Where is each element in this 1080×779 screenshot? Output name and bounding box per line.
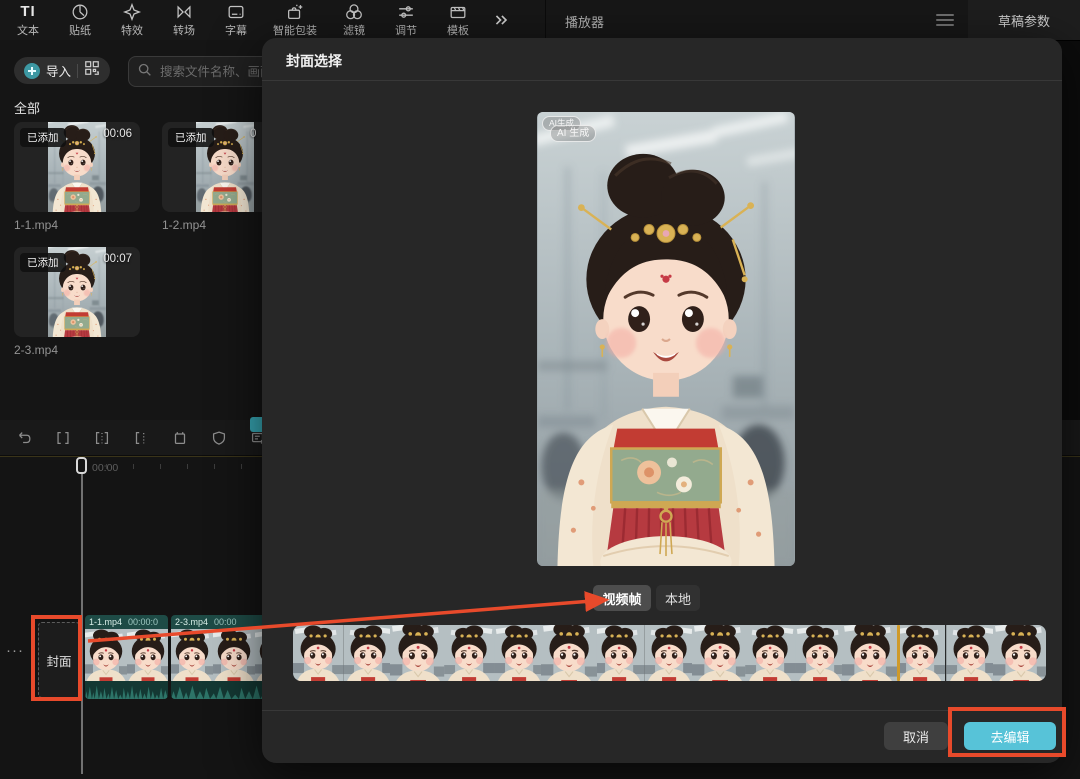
subtitle-icon — [226, 3, 246, 21]
split-keep-right-icon[interactable] — [131, 428, 151, 448]
filmstrip-frame[interactable] — [695, 625, 745, 681]
added-badge: 已添加 — [168, 128, 214, 147]
playhead-line — [81, 474, 83, 774]
duration-label: 0 — [250, 128, 256, 140]
added-badge: 已添加 — [20, 253, 66, 272]
filmstrip-frame[interactable] — [745, 625, 795, 681]
duration-label: 00:07 — [103, 253, 132, 265]
toolbar-item-transition[interactable]: 转场 — [158, 1, 210, 39]
undo-icon[interactable] — [14, 428, 34, 448]
toolbar-item-filter[interactable]: 滤镜 — [328, 1, 380, 39]
toolbar-item-smart-package[interactable]: 智能包装 — [262, 1, 328, 39]
toolbar-item-text[interactable]: TI 文本 — [2, 1, 54, 39]
media-item-name: 1-1.mp4 — [14, 218, 58, 232]
media-item-name: 2-3.mp4 — [14, 343, 58, 357]
filmstrip-frame[interactable] — [946, 625, 996, 681]
duration-label: 00:06 — [103, 128, 132, 140]
adjust-icon — [396, 3, 416, 21]
filmstrip-frame[interactable] — [544, 625, 594, 681]
qr-scan-icon[interactable] — [84, 60, 100, 81]
search-icon — [137, 62, 152, 82]
clip-thumbnails — [85, 629, 168, 681]
draft-params-button[interactable]: 草稿参数 — [968, 0, 1080, 40]
added-badge: 已添加 — [20, 128, 66, 147]
audio-waveform — [85, 681, 168, 699]
dialog-title: 封面选择 — [286, 51, 342, 71]
ai-generated-badge: AI 生成 — [550, 125, 596, 142]
go-edit-button[interactable]: 去编辑 — [964, 722, 1056, 750]
menu-icon[interactable] — [936, 14, 954, 29]
toolbar-divider — [545, 0, 546, 40]
sticker-icon — [70, 3, 90, 21]
top-toolbar: TI 文本 贴纸 特效 转场 — [0, 0, 1080, 41]
import-button[interactable]: 导入 — [14, 57, 110, 84]
filmstrip-frame[interactable] — [293, 625, 343, 681]
ruler-ticks — [106, 464, 242, 469]
cover-selection-dialog: 封面选择 AI生成 AI 生成 视频帧 本地 — [262, 38, 1062, 763]
effects-icon-item[interactable]: 特效 — [106, 1, 158, 39]
toolbar-item-subtitle[interactable]: 字幕 — [210, 1, 262, 39]
toolbar-item-adjust[interactable]: 调节 — [380, 1, 432, 39]
video-editor-app: TI 文本 贴纸 特效 转场 — [0, 0, 1080, 779]
divider — [262, 710, 1062, 711]
split-keep-left-icon[interactable] — [92, 428, 112, 448]
filter-icon — [344, 3, 364, 21]
toolbar-item-sticker[interactable]: 贴纸 — [54, 1, 106, 39]
clip-header: 1-1.mp4 00:00:0 — [85, 615, 168, 629]
smart-package-icon — [285, 3, 305, 21]
filter-all-tab[interactable]: 全部 — [14, 98, 40, 117]
playhead-handle[interactable] — [76, 457, 87, 474]
tab-video-frame[interactable]: 视频帧 — [593, 585, 651, 611]
more-panels-icon[interactable] — [484, 1, 518, 39]
filmstrip-frame[interactable] — [343, 625, 393, 681]
filmstrip-frame[interactable] — [494, 625, 544, 681]
split-icon[interactable] — [53, 428, 73, 448]
transition-icon — [174, 3, 194, 21]
filmstrip-frame[interactable] — [444, 625, 494, 681]
filmstrip-frame[interactable] — [895, 625, 945, 681]
media-item-2-3[interactable]: 已添加 00:07 — [14, 247, 140, 337]
effects-icon — [122, 3, 142, 21]
filmstrip-frame[interactable] — [845, 625, 895, 681]
timeline-clip-1-1[interactable]: 1-1.mp4 00:00:0 — [85, 615, 168, 699]
tab-local[interactable]: 本地 — [656, 585, 700, 611]
text-icon: TI — [20, 3, 35, 21]
cover-button[interactable]: 封面 — [38, 622, 80, 698]
cancel-button[interactable]: 取消 — [884, 722, 948, 750]
filmstrip-frame[interactable] — [393, 625, 443, 681]
divider — [262, 80, 1062, 81]
frame-filmstrip[interactable] — [293, 625, 1046, 681]
crop-icon[interactable] — [170, 428, 190, 448]
filmstrip-playhead[interactable] — [897, 625, 900, 681]
mask-icon[interactable] — [209, 428, 229, 448]
media-item-1-1[interactable]: 已添加 00:06 — [14, 122, 140, 212]
plus-icon — [24, 63, 40, 79]
toolbar-item-template[interactable]: 模板 — [432, 1, 484, 39]
template-icon — [448, 3, 468, 21]
player-panel-title: 播放器 — [565, 12, 604, 31]
filmstrip-frame[interactable] — [644, 625, 694, 681]
filmstrip-frame[interactable] — [795, 625, 845, 681]
filmstrip-frame[interactable] — [594, 625, 644, 681]
track-more-button[interactable]: ··· — [6, 642, 24, 659]
tooltip-badge-partial — [250, 417, 262, 432]
cover-preview-image: AI生成 AI 生成 — [537, 112, 795, 566]
filmstrip-frame[interactable] — [996, 625, 1046, 681]
media-item-name: 1-2.mp4 — [162, 218, 206, 232]
